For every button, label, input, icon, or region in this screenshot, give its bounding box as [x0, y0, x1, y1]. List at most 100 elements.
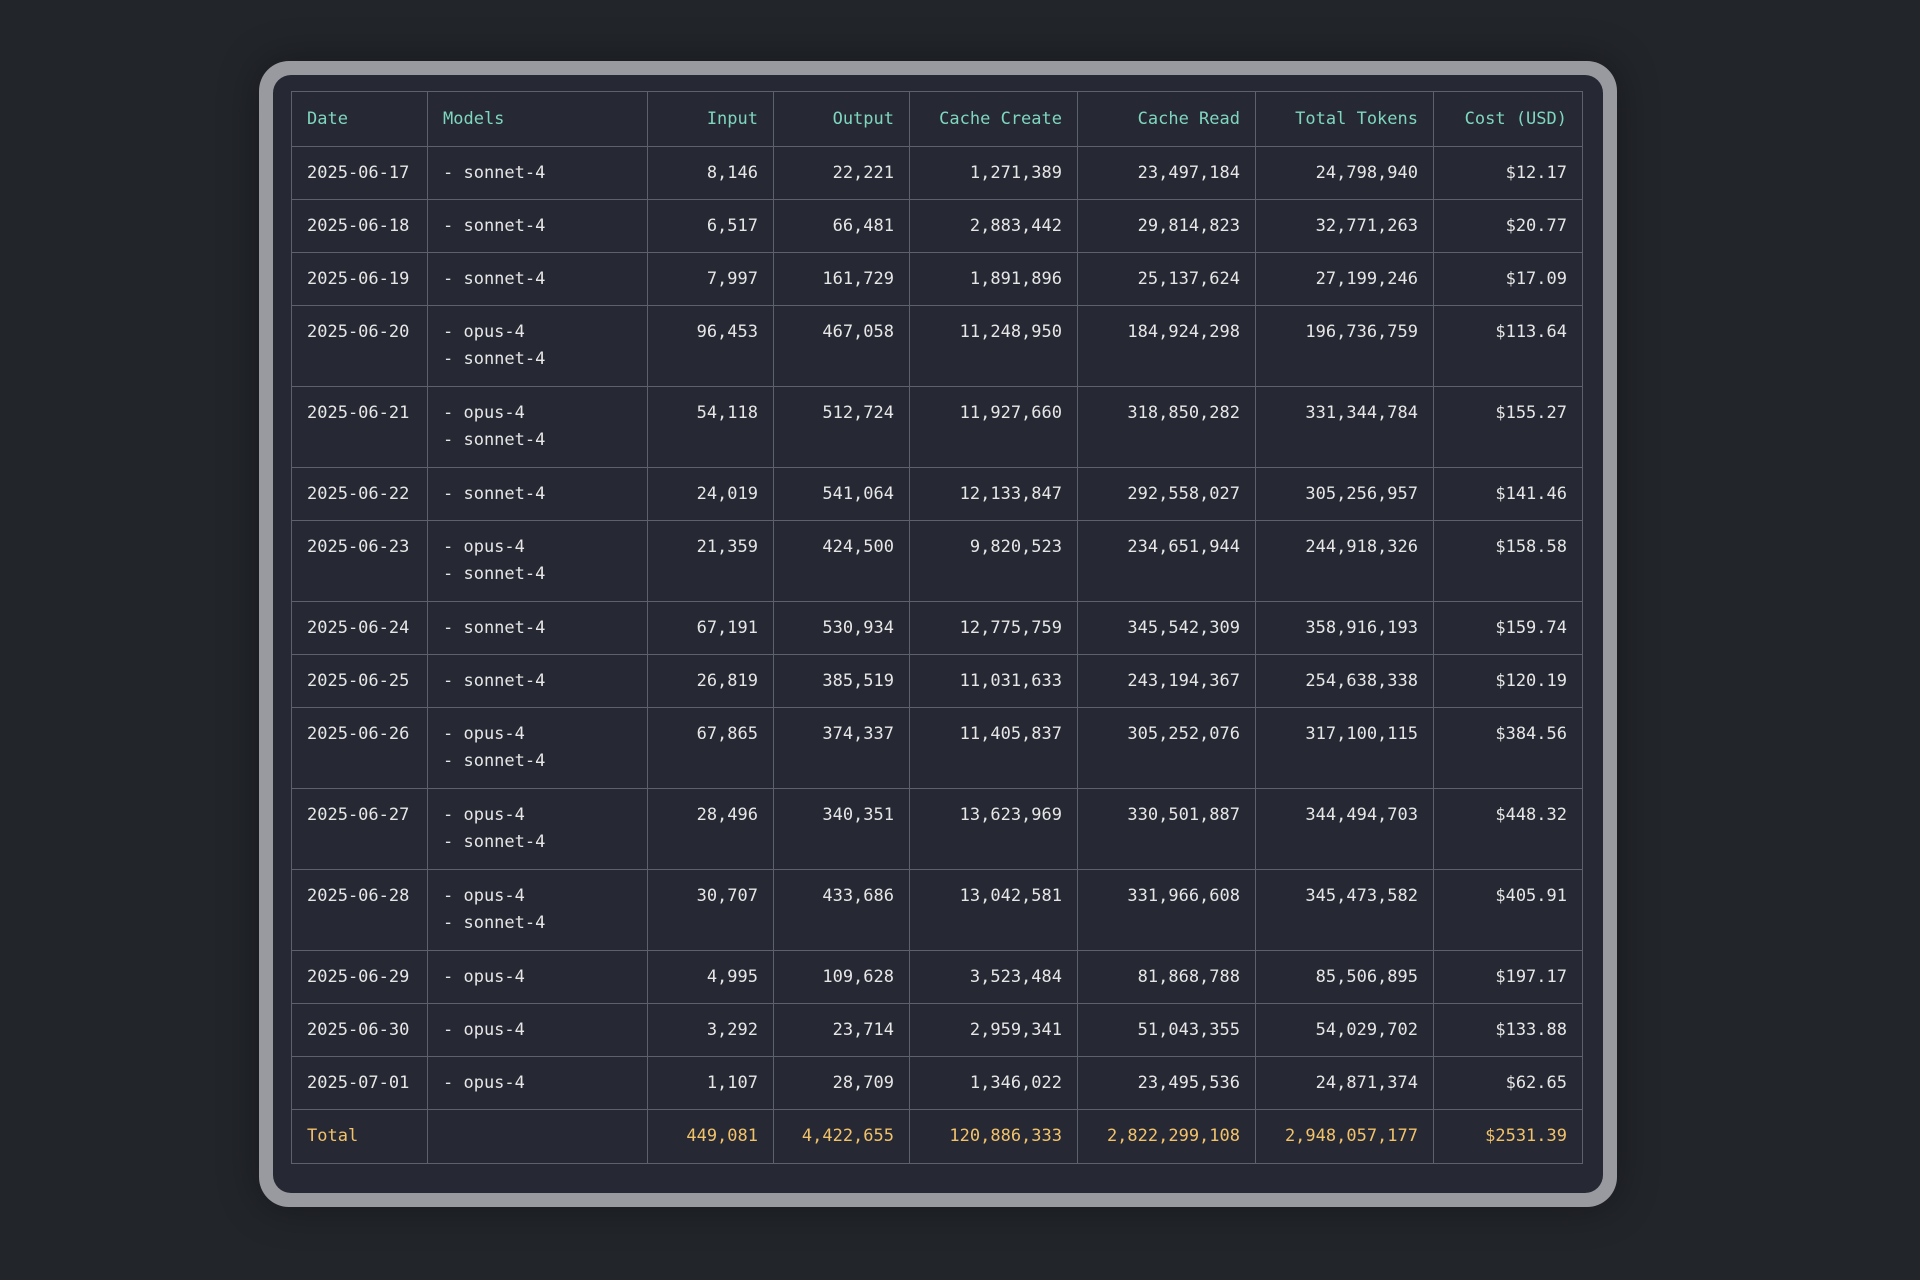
cell-date: 2025-06-28 — [291, 869, 428, 951]
cell-output: 530,934 — [773, 601, 910, 655]
cell-cache-read: 23,497,184 — [1077, 146, 1256, 200]
cell-total-tokens: 344,494,703 — [1255, 788, 1434, 870]
cell-models: - opus-4 - sonnet-4 — [427, 869, 648, 951]
cell-total-tokens: 27,199,246 — [1255, 252, 1434, 306]
cell-input: 7,997 — [647, 252, 774, 306]
header-date: Date — [291, 91, 428, 147]
cell-cache-create: 1,271,389 — [909, 146, 1078, 200]
cell-cache-read: 318,850,282 — [1077, 386, 1256, 468]
table-row: 2025-06-17 - sonnet-4 8,146 22,221 1,271,389… — [291, 146, 1583, 200]
cell-output: 374,337 — [773, 707, 910, 789]
cell-cost: $113.64 — [1433, 305, 1583, 387]
cell-input: 3,292 — [647, 1003, 774, 1057]
cell-cache-read: 305,252,076 — [1077, 707, 1256, 789]
cell-output: 109,628 — [773, 950, 910, 1004]
total-models — [427, 1109, 648, 1164]
cell-models: - sonnet-4 — [427, 654, 648, 708]
cell-cache-create: 12,133,847 — [909, 467, 1078, 521]
cell-cost: $62.65 — [1433, 1056, 1583, 1110]
cell-output: 23,714 — [773, 1003, 910, 1057]
table-row: 2025-06-25 - sonnet-4 26,819 385,519 11,031,… — [291, 654, 1583, 708]
model-name: - opus-4 — [443, 537, 525, 557]
model-name: - opus-4 — [443, 967, 525, 987]
table-row: 2025-06-19 - sonnet-4 7,997 161,729 1,891,89… — [291, 252, 1583, 306]
cell-input: 30,707 — [647, 869, 774, 951]
cell-models: - opus-4 - sonnet-4 — [427, 520, 648, 602]
table-row: 2025-06-28 - opus-4 - sonnet-4 30,707 433,68… — [291, 869, 1583, 951]
cell-cache-create: 11,405,837 — [909, 707, 1078, 789]
cell-cost: $20.77 — [1433, 199, 1583, 253]
cell-input: 28,496 — [647, 788, 774, 870]
cell-input: 26,819 — [647, 654, 774, 708]
cell-cache-read: 345,542,309 — [1077, 601, 1256, 655]
cell-cache-read: 234,651,944 — [1077, 520, 1256, 602]
total-cache-read: 2,822,299,108 — [1077, 1109, 1256, 1164]
terminal-panel: Date Models Input Output Cache Create Ca… — [273, 75, 1603, 1193]
cell-input: 67,865 — [647, 707, 774, 789]
total-output: 4,422,655 — [773, 1109, 910, 1164]
cell-cost: $448.32 — [1433, 788, 1583, 870]
header-cost: Cost (USD) — [1433, 91, 1583, 147]
cell-cache-read: 243,194,367 — [1077, 654, 1256, 708]
cell-input: 54,118 — [647, 386, 774, 468]
cell-total-tokens: 358,916,193 — [1255, 601, 1434, 655]
cell-cost: $155.27 — [1433, 386, 1583, 468]
cell-models: - sonnet-4 — [427, 601, 648, 655]
cell-cache-create: 13,042,581 — [909, 869, 1078, 951]
cell-cache-create: 2,959,341 — [909, 1003, 1078, 1057]
cell-total-tokens: 32,771,263 — [1255, 199, 1434, 253]
cell-date: 2025-07-01 — [291, 1056, 428, 1110]
cell-output: 340,351 — [773, 788, 910, 870]
model-name: - opus-4 — [443, 1073, 525, 1093]
cell-date: 2025-06-29 — [291, 950, 428, 1004]
cell-models: - opus-4 - sonnet-4 — [427, 386, 648, 468]
model-name: - sonnet-4 — [443, 484, 546, 504]
cell-input: 6,517 — [647, 199, 774, 253]
cell-total-tokens: 331,344,784 — [1255, 386, 1434, 468]
cell-models: - opus-4 - sonnet-4 — [427, 788, 648, 870]
cell-cache-read: 29,814,823 — [1077, 199, 1256, 253]
table-row: 2025-06-22 - sonnet-4 24,019 541,064 12,133,… — [291, 467, 1583, 521]
model-name: - sonnet-4 — [443, 671, 546, 691]
cell-cost: $158.58 — [1433, 520, 1583, 602]
cell-output: 467,058 — [773, 305, 910, 387]
cell-models: - sonnet-4 — [427, 467, 648, 521]
cell-input: 96,453 — [647, 305, 774, 387]
cell-total-tokens: 254,638,338 — [1255, 654, 1434, 708]
cell-models: - opus-4 — [427, 1056, 648, 1110]
cell-cache-read: 23,495,536 — [1077, 1056, 1256, 1110]
cell-cache-read: 25,137,624 — [1077, 252, 1256, 306]
terminal-window-frame: Date Models Input Output Cache Create Ca… — [259, 61, 1617, 1207]
table-row: 2025-06-20 - opus-4 - sonnet-4 96,453 467,05… — [291, 305, 1583, 387]
header-total-tokens: Total Tokens — [1255, 91, 1434, 147]
cell-total-tokens: 24,798,940 — [1255, 146, 1434, 200]
cell-total-tokens: 85,506,895 — [1255, 950, 1434, 1004]
cell-date: 2025-06-24 — [291, 601, 428, 655]
cell-output: 161,729 — [773, 252, 910, 306]
table-row: 2025-06-18 - sonnet-4 6,517 66,481 2,883,442… — [291, 199, 1583, 253]
table-row: 2025-06-21 - opus-4 - sonnet-4 54,118 512,72… — [291, 386, 1583, 468]
total-input: 449,081 — [647, 1109, 774, 1164]
cell-date: 2025-06-22 — [291, 467, 428, 521]
cell-cost: $159.74 — [1433, 601, 1583, 655]
table-row: 2025-06-30 - opus-4 3,292 23,714 2,959,341 51… — [291, 1003, 1583, 1057]
cell-output: 512,724 — [773, 386, 910, 468]
cell-cache-read: 292,558,027 — [1077, 467, 1256, 521]
cell-cost: $141.46 — [1433, 467, 1583, 521]
cell-cache-create: 2,883,442 — [909, 199, 1078, 253]
cell-models: - opus-4 — [427, 950, 648, 1004]
table-header-row: Date Models Input Output Cache Create Ca… — [291, 91, 1583, 147]
cell-cache-create: 12,775,759 — [909, 601, 1078, 655]
total-total-tokens: 2,948,057,177 — [1255, 1109, 1434, 1164]
cell-output: 541,064 — [773, 467, 910, 521]
cell-date: 2025-06-17 — [291, 146, 428, 200]
cell-cache-create: 3,523,484 — [909, 950, 1078, 1004]
cell-total-tokens: 244,918,326 — [1255, 520, 1434, 602]
model-name: - sonnet-4 — [443, 564, 546, 584]
cell-cache-create: 13,623,969 — [909, 788, 1078, 870]
cell-total-tokens: 345,473,582 — [1255, 869, 1434, 951]
table-row: 2025-07-01 - opus-4 1,107 28,709 1,346,022 23… — [291, 1056, 1583, 1110]
cell-models: - opus-4 - sonnet-4 — [427, 305, 648, 387]
model-name: - sonnet-4 — [443, 751, 546, 771]
cell-total-tokens: 24,871,374 — [1255, 1056, 1434, 1110]
